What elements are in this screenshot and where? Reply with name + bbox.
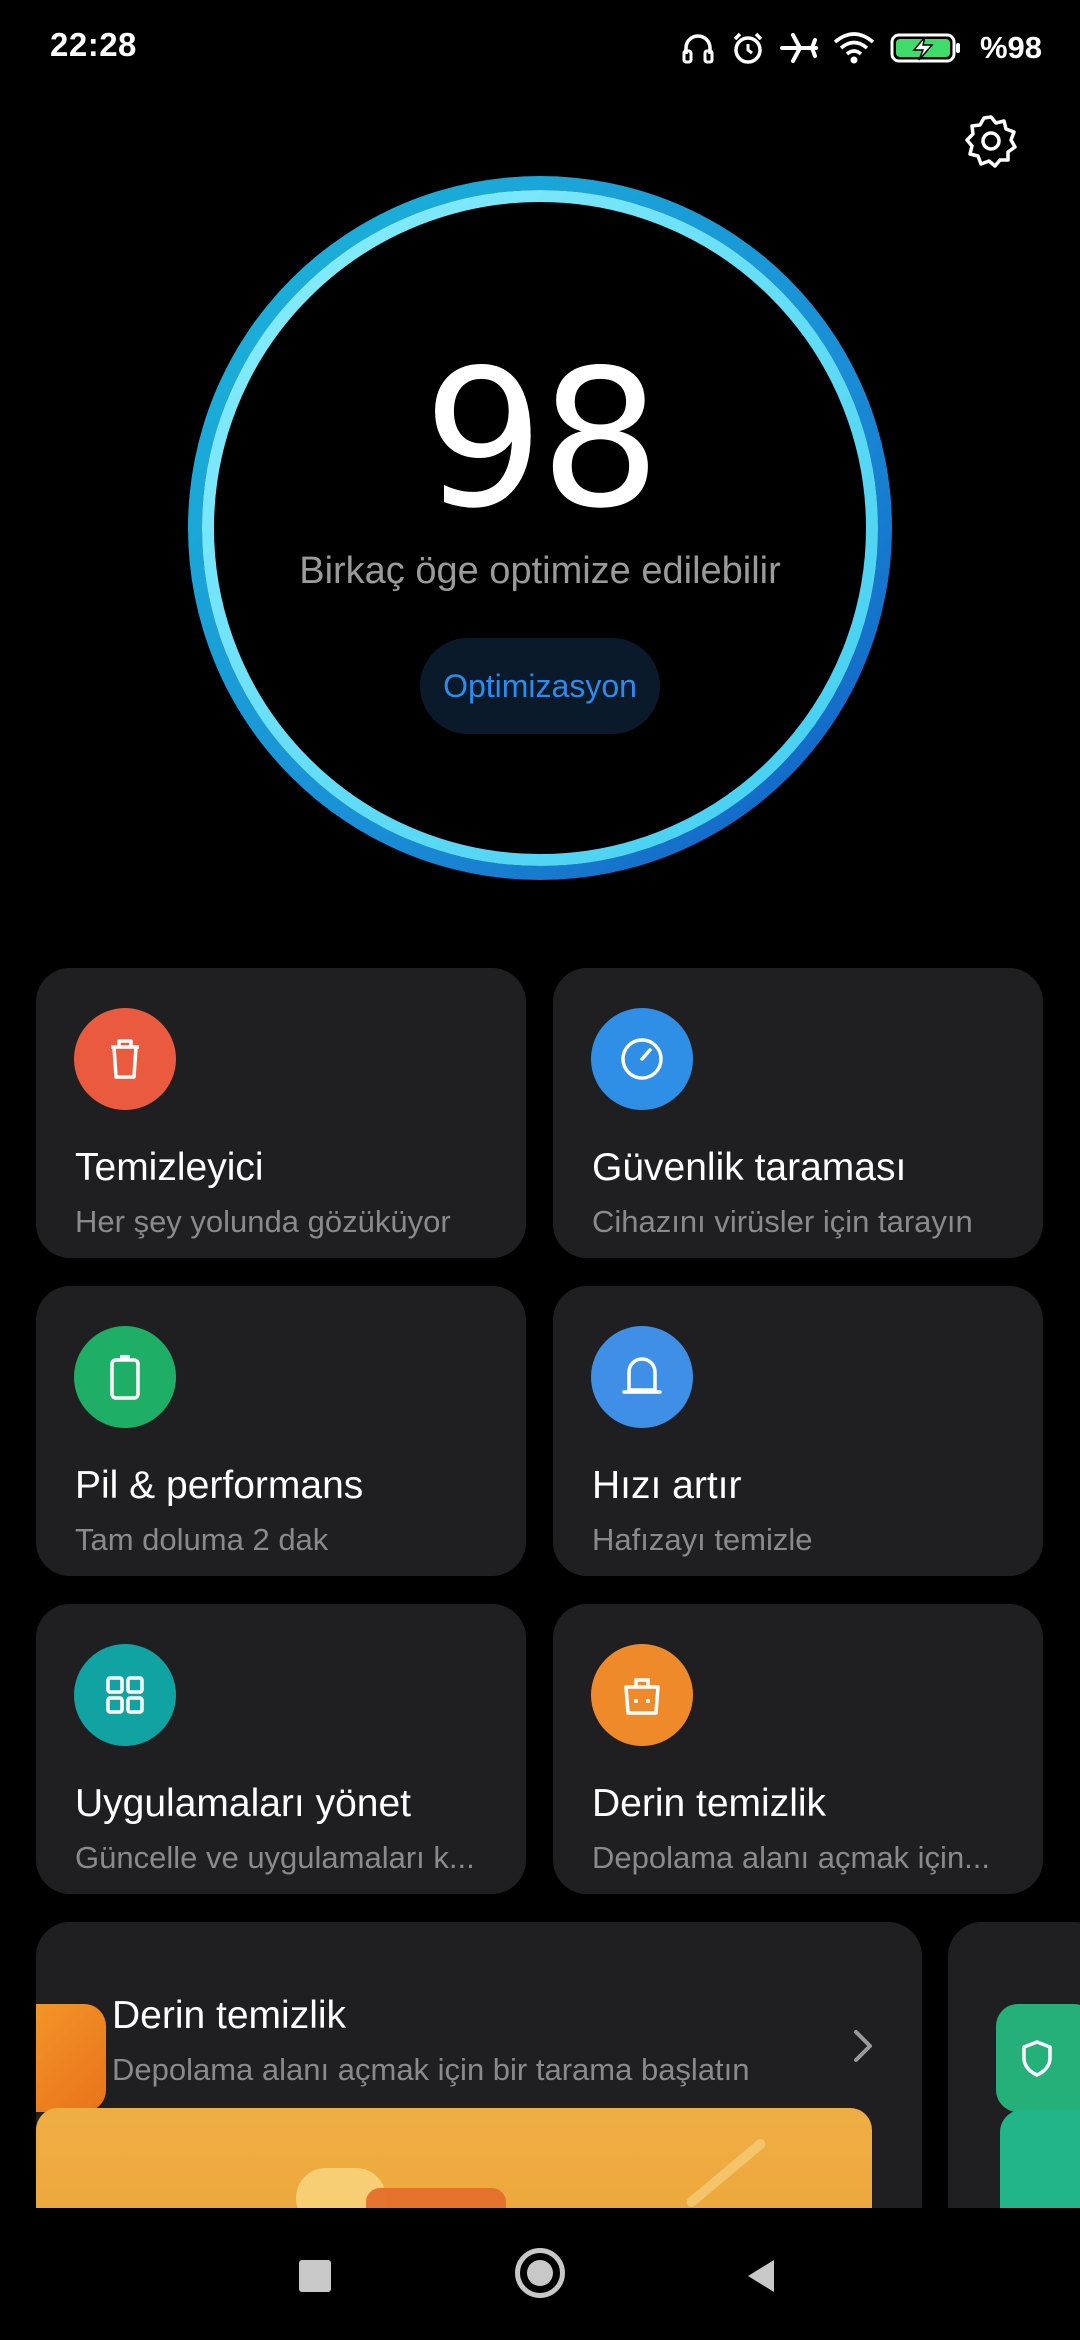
gear-icon	[963, 113, 1019, 174]
card-subtitle: Her şey yolunda gözüküyor	[75, 1204, 451, 1239]
card-subtitle: Hafızayı temizle	[592, 1522, 813, 1557]
cleaner-card[interactable]: Temizleyici Her şey yolunda gözüküyor	[36, 968, 526, 1258]
recent-apps-icon[interactable]	[299, 2260, 331, 2292]
status-icons: %98	[680, 28, 1042, 68]
deep-clean-card[interactable]: Derin temizlik Depolama alanı açmak için…	[553, 1604, 1043, 1894]
card-title: Pil & performans	[75, 1464, 364, 1507]
score-subtitle: Birkaç öge optimize edilebilir	[299, 550, 781, 592]
boost-speed-card[interactable]: Hızı artır Hafızayı temizle	[553, 1286, 1043, 1576]
status-bar: 22:28 %98	[0, 0, 1080, 96]
gauge-icon	[591, 1008, 693, 1110]
navigation-bar	[0, 2208, 1080, 2340]
alarm-icon	[730, 30, 766, 66]
briefcase-icon	[591, 1644, 693, 1746]
battery-performance-card[interactable]: Pil & performans Tam doluma 2 dak	[36, 1286, 526, 1576]
chevron-right-icon	[844, 2016, 884, 2076]
feature-title: Derin temizlik	[112, 1994, 347, 2037]
battery-icon	[74, 1326, 176, 1428]
headphones-icon	[680, 30, 716, 66]
card-title: Temizleyici	[75, 1146, 264, 1189]
battery-percentage: %98	[979, 30, 1042, 65]
card-subtitle: Tam doluma 2 dak	[75, 1522, 329, 1557]
card-title: Uygulamaları yönet	[75, 1782, 411, 1825]
airplane-icon	[779, 30, 818, 66]
back-icon[interactable]	[742, 2256, 782, 2296]
score-value: 98	[423, 329, 661, 550]
trash-icon	[74, 1008, 176, 1110]
card-title: Derin temizlik	[592, 1782, 827, 1825]
manage-apps-card[interactable]: Uygulamaları yönet Güncelle ve uygulamal…	[36, 1604, 526, 1894]
feature-subtitle: Depolama alanı açmak için bir tarama baş…	[112, 2052, 750, 2087]
security-scan-card[interactable]: Güvenlik taraması Cihazını virüsler için…	[553, 968, 1043, 1258]
settings-button[interactable]	[960, 112, 1022, 174]
feature-icon	[36, 2004, 106, 2112]
home-icon[interactable]	[515, 2248, 565, 2298]
security-app-screen: 22:28 %98 98 Birkaç öge optimize edilebi…	[0, 0, 1080, 2340]
apps-grid-icon	[74, 1644, 176, 1746]
card-title: Hızı artır	[592, 1464, 742, 1507]
battery-charging-icon	[890, 30, 962, 66]
card-subtitle: Depolama alanı açmak için...	[592, 1840, 991, 1875]
bell-icon	[591, 1326, 693, 1428]
wifi-icon	[832, 30, 876, 66]
card-subtitle: Cihazını virüsler için tarayın	[592, 1204, 973, 1239]
card-subtitle: Güncelle ve uygulamaları k...	[75, 1840, 475, 1875]
card-title: Güvenlik taraması	[592, 1146, 907, 1189]
optimize-button[interactable]: Optimizasyon	[420, 638, 660, 734]
status-time: 22:28	[50, 26, 137, 63]
shield-icon	[996, 2004, 1080, 2112]
